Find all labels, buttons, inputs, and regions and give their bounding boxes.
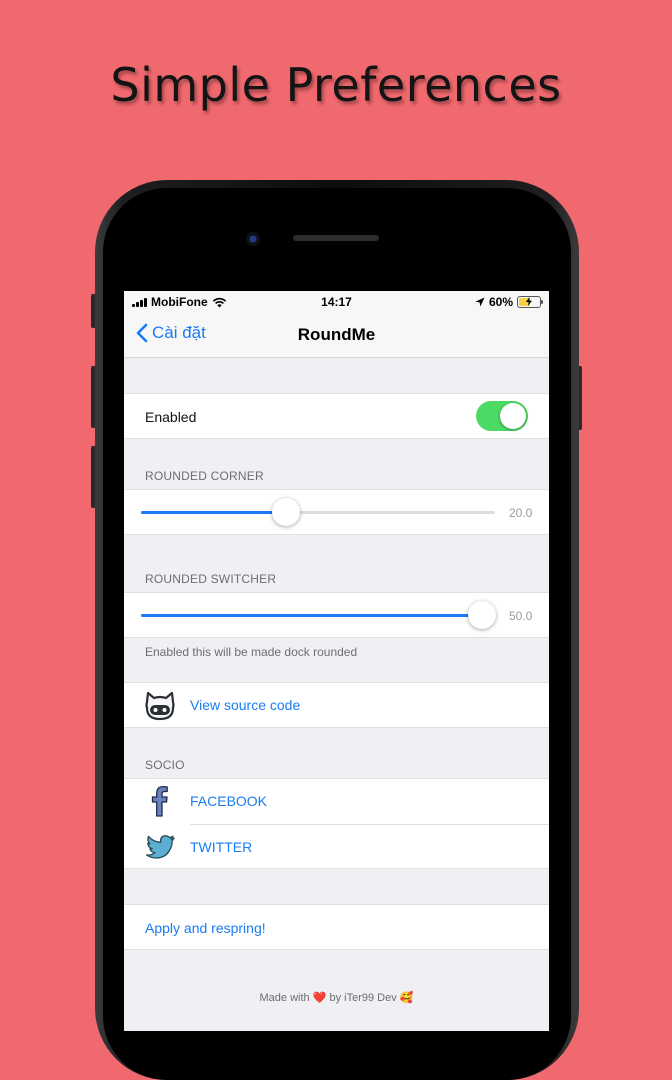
rounded-switcher-value: 50.0 (509, 609, 533, 623)
view-source-link[interactable]: View source code (190, 697, 300, 713)
rounded-corner-header: ROUNDED CORNER (145, 469, 264, 483)
heart-icon: ❤️ (312, 992, 327, 1004)
facebook-link[interactable]: FACEBOOK (190, 793, 267, 809)
smiling-face-icon: 🥰 (399, 992, 414, 1004)
rounded-switcher-row: 50.0 (124, 592, 549, 638)
charging-bolt-icon (526, 297, 532, 306)
twitter-icon (145, 835, 175, 859)
slider-fill (141, 614, 483, 617)
rounded-corner-slider[interactable] (141, 498, 495, 526)
made-by-text: by iTer99 Dev (329, 992, 397, 1004)
enabled-toggle[interactable] (476, 401, 528, 431)
socio-header: SOCIO (145, 758, 185, 772)
status-bar: MobiFone 14:17 60% (124, 291, 549, 313)
page-title: RoundMe (297, 325, 376, 344)
rounded-switcher-header: ROUNDED SWITCHER (145, 572, 277, 586)
made-with-prefix: Made with (259, 992, 310, 1004)
slider-thumb[interactable] (468, 601, 497, 629)
rounded-corner-value: 20.0 (509, 506, 533, 520)
navigation-bar: Cài đặt RoundMe (124, 313, 549, 358)
front-camera (246, 232, 260, 246)
apply-row[interactable]: Apply and respring! (124, 904, 549, 950)
socio-group: FACEBOOK TWITTER (124, 778, 549, 869)
phone-screen: MobiFone 14:17 60% Cài đặt RoundMe Enabl… (124, 291, 549, 1031)
view-source-row[interactable]: View source code (124, 682, 549, 728)
facebook-row[interactable]: FACEBOOK (124, 779, 549, 824)
rounded-switcher-slider[interactable] (141, 601, 497, 629)
earpiece-speaker (293, 235, 379, 241)
rounded-corner-row: 20.0 (124, 489, 549, 535)
battery-icon (517, 296, 543, 308)
twitter-link[interactable]: TWITTER (190, 839, 252, 855)
made-with-footer: Made with ❤️ by iTer99 Dev 🥰 (124, 991, 549, 1004)
rounded-switcher-footer: Enabled this will be made dock rounded (145, 645, 358, 659)
facebook-icon (151, 785, 168, 817)
apply-respring-link[interactable]: Apply and respring! (145, 920, 266, 936)
slider-fill (141, 511, 287, 514)
enabled-row: Enabled (124, 393, 549, 439)
github-octocat-icon (145, 691, 175, 721)
battery-percent: 60% (488, 295, 513, 309)
twitter-row[interactable]: TWITTER (124, 825, 549, 870)
enabled-label: Enabled (145, 409, 197, 425)
headline: Simple Preferences (110, 58, 562, 112)
toggle-knob (500, 403, 526, 429)
slider-thumb[interactable] (272, 498, 301, 526)
location-icon (475, 297, 485, 307)
